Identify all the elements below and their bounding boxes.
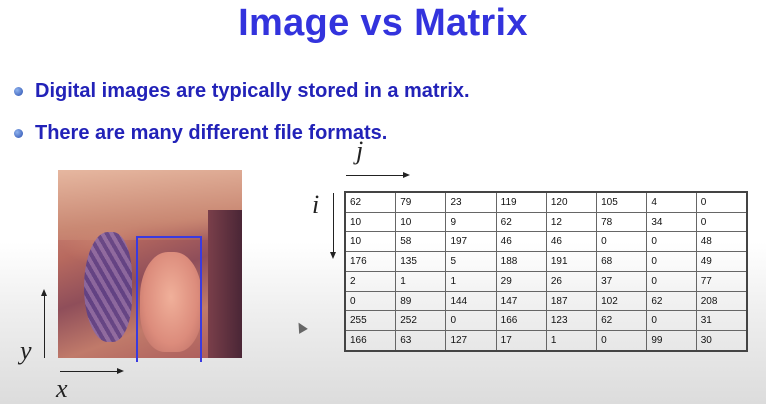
matrix-cell: 102 [596,290,648,312]
matrix-cell: 127 [445,330,497,352]
bullet-text: There are many different file formats. [35,121,388,144]
bullet-item: There are many different file formats. [14,112,470,154]
matrix-cell: 120 [545,191,598,213]
matrix-cell: 0 [695,211,748,233]
matrix-row: 10 58 197 46 46 0 0 48 [344,231,748,253]
matrix-cell: 123 [545,310,598,332]
bullet-dot-icon [14,128,23,138]
pixel-matrix-table: 62 79 23 119 120 105 4 0 10 10 9 62 12 78 34 0 10 58 197 46… [344,191,748,352]
matrix-cell: 176 [344,251,397,272]
matrix-cell: 0 [344,290,397,312]
matrix-cell: 30 [695,330,748,352]
x-axis-label: x [56,374,68,403]
matrix-row: 0 89 144 147 187 102 62 208 [344,290,748,312]
matrix-cell: 9 [445,211,497,233]
matrix-cell: 2 [344,270,397,292]
matrix-cell: 252 [395,310,447,332]
matrix-cell: 10 [344,231,397,253]
i-axis-arrow-icon [330,252,336,259]
matrix-cell: 147 [495,290,547,312]
matrix-cell: 0 [646,231,697,253]
matrix-cell: 144 [445,290,497,312]
matrix-cell: 10 [344,211,397,233]
matrix-cell: 62 [344,191,397,213]
matrix-cell: 23 [445,191,497,213]
matrix-cell: 197 [445,231,497,253]
x-axis-line [60,371,118,372]
matrix-cell: 4 [646,191,697,213]
matrix-cell: 0 [646,310,697,332]
matrix-cell: 0 [646,270,697,292]
matrix-cell: 26 [545,270,598,292]
matrix-cell: 62 [495,211,547,233]
matrix-row: 2 1 1 29 26 37 0 77 [344,270,748,292]
y-axis-arrow-icon [41,289,47,296]
matrix-cell: 0 [445,310,497,332]
j-axis-line [346,175,404,176]
slide-title: Image vs Matrix [238,2,528,44]
matrix-cell: 49 [695,251,748,272]
matrix-cell: 255 [344,310,397,332]
matrix-cell: 62 [596,310,648,332]
bullet-dot-icon [14,86,23,96]
bullet-text: Digital images are typically stored in a… [35,79,470,102]
mouse-cursor-icon [294,320,308,334]
matrix-cell: 77 [695,270,748,292]
matrix-cell: 1 [545,330,598,352]
matrix-cell: 12 [545,211,598,233]
matrix-cell: 1 [445,270,497,292]
matrix-cell: 0 [646,251,697,272]
matrix-cell: 188 [495,251,547,272]
photo-feather [84,232,132,342]
j-axis-arrow-icon [403,172,410,178]
i-axis-label: i [312,190,320,219]
matrix-cell: 0 [695,191,748,213]
matrix-cell: 1 [395,270,447,292]
matrix-cell: 79 [395,191,447,213]
matrix-cell: 5 [445,251,497,272]
matrix-cell: 105 [596,191,648,213]
matrix-cell: 135 [395,251,447,272]
matrix-cell: 191 [545,251,598,272]
matrix-cell: 58 [395,231,447,253]
matrix-cell: 166 [344,330,397,352]
matrix-cell: 78 [596,211,648,233]
matrix-cell: 17 [495,330,547,352]
matrix-cell: 63 [395,330,447,352]
i-axis-line [333,193,334,253]
matrix-cell: 99 [646,330,697,352]
matrix-cell: 48 [695,231,748,253]
matrix-row: 255 252 0 166 123 62 0 31 [344,310,748,332]
matrix-cell: 10 [395,211,447,233]
matrix-row: 10 10 9 62 12 78 34 0 [344,211,748,233]
matrix-cell: 187 [545,290,598,312]
y-axis-label: y [20,336,32,365]
matrix-cell: 37 [596,270,648,292]
matrix-cell: 208 [695,290,748,312]
matrix-cell: 89 [395,290,447,312]
region-of-interest-box [136,236,202,362]
matrix-cell: 29 [495,270,547,292]
matrix-cell: 0 [596,330,648,352]
matrix-cell: 31 [695,310,748,332]
matrix-cell: 166 [495,310,547,332]
matrix-row: 176 135 5 188 191 68 0 49 [344,251,748,272]
j-axis-label: j [356,136,364,165]
portrait-photo [58,170,242,362]
matrix-cell: 34 [646,211,697,233]
matrix-cell: 119 [495,191,547,213]
matrix-cell: 46 [545,231,598,253]
matrix-cell: 62 [646,290,697,312]
x-axis-arrow-icon [117,368,124,374]
bullet-list: Digital images are typically stored in a… [14,70,470,154]
matrix-cell: 0 [596,231,648,253]
matrix-row: 62 79 23 119 120 105 4 0 [344,191,748,213]
y-axis-line [44,296,45,358]
matrix-cell: 46 [495,231,547,253]
bullet-item: Digital images are typically stored in a… [14,70,470,112]
matrix-row: 166 63 127 17 1 0 99 30 [344,330,748,352]
matrix-cell: 68 [596,251,648,272]
photo-hair [208,210,242,358]
